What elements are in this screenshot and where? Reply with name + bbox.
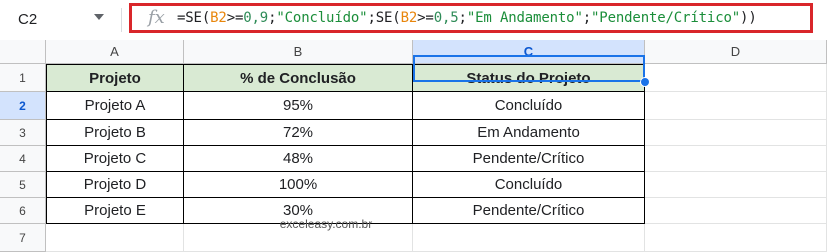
cell-b1[interactable]: % de Conclusão xyxy=(184,64,413,92)
formula-token: >= xyxy=(226,10,244,26)
cell-d5[interactable] xyxy=(645,172,827,198)
formula-token: "Pendente/Crítico" xyxy=(591,10,741,26)
formula-token: ;SE( xyxy=(367,10,401,26)
cell-a4[interactable]: Projeto C xyxy=(46,146,184,172)
cell-a5[interactable]: Projeto D xyxy=(46,172,184,198)
row-header-2[interactable]: 2 xyxy=(0,92,46,120)
row-header-4[interactable]: 4 xyxy=(0,146,46,172)
cell-a7[interactable] xyxy=(46,224,184,252)
column-header-b[interactable]: B xyxy=(184,40,413,64)
row-header-3[interactable]: 3 xyxy=(0,120,46,146)
formula-token: "Concluído" xyxy=(276,10,368,26)
formula-input[interactable]: =SE(B2>=0,9;"Concluído";SE(B2>=0,5;"Em A… xyxy=(177,10,757,26)
formula-token: ; xyxy=(458,10,467,26)
formula-bar: C2 fx =SE(B2>=0,9;"Concluído";SE(B2>=0,5… xyxy=(0,0,827,41)
cell-d3[interactable] xyxy=(645,120,827,146)
cell-b2[interactable]: 95% xyxy=(184,92,413,120)
name-box[interactable]: C2 xyxy=(0,0,108,40)
row-header-7[interactable]: 7 xyxy=(0,224,46,252)
row-header-6[interactable]: 6 xyxy=(0,198,46,224)
formula-highlight-box[interactable]: fx =SE(B2>=0,9;"Concluído";SE(B2>=0,5;"E… xyxy=(129,3,813,33)
cell-b3[interactable]: 72% xyxy=(184,120,413,146)
cell-a1[interactable]: Projeto xyxy=(46,64,184,92)
select-all-corner[interactable] xyxy=(0,40,46,64)
formula-token: "Em Andamento" xyxy=(466,10,583,26)
cell-c3[interactable]: Em Andamento xyxy=(413,120,645,146)
column-header-d[interactable]: D xyxy=(645,40,827,64)
cell-d2[interactable] xyxy=(645,92,827,120)
cell-a3[interactable]: Projeto B xyxy=(46,120,184,146)
cell-d6[interactable] xyxy=(645,198,827,224)
cell-c4[interactable]: Pendente/Crítico xyxy=(413,146,645,172)
watermark-text: exceleasy.com.br xyxy=(279,217,373,231)
cell-b4[interactable]: 48% xyxy=(184,146,413,172)
formula-token: 0,5 xyxy=(433,10,459,26)
cell-a6[interactable]: Projeto E xyxy=(46,198,184,224)
cell-d7[interactable] xyxy=(645,224,827,252)
formula-token: >= xyxy=(417,10,434,26)
spreadsheet-grid: A B C D 1 2 3 4 5 6 7 Projeto% de Conclusão Status d… xyxy=(0,40,827,252)
formula-token: ; xyxy=(582,10,592,26)
formula-token: 0,9 xyxy=(243,10,269,26)
formula-token: B2 xyxy=(400,10,418,26)
formula-token: =SE( xyxy=(177,10,211,26)
cell-c5[interactable]: Concluído xyxy=(413,172,645,198)
formula-token: )) xyxy=(740,10,757,26)
row-header-5[interactable]: 5 xyxy=(0,172,46,198)
cell-b5[interactable]: 100% xyxy=(184,172,413,198)
cell-c7[interactable] xyxy=(413,224,645,252)
cell-d1[interactable] xyxy=(645,64,827,92)
cell-a2[interactable]: Projeto A xyxy=(46,92,184,120)
formula-token: B2 xyxy=(210,10,227,26)
column-header-a[interactable]: A xyxy=(46,40,184,64)
column-header-c[interactable]: C xyxy=(413,40,645,64)
cell-c2[interactable]: Concluído xyxy=(413,92,645,120)
fx-icon: fx xyxy=(148,7,165,28)
cell-c6[interactable]: Pendente/Crítico xyxy=(413,198,645,224)
row-header-1[interactable]: 1 xyxy=(0,64,46,92)
cell-d4[interactable] xyxy=(645,146,827,172)
name-box-value: C2 xyxy=(18,11,38,28)
fill-handle[interactable] xyxy=(640,77,650,87)
name-box-dropdown-icon[interactable] xyxy=(94,14,104,20)
name-box-divider xyxy=(121,8,122,32)
cell-c1[interactable]: Status do Projeto xyxy=(413,64,645,92)
